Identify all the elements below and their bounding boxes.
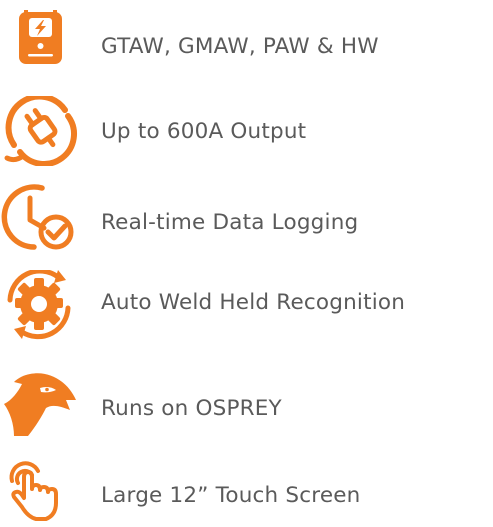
feature-list: GTAW, GMAW, PAW & HW Up to 600A Output R… bbox=[0, 0, 493, 521]
feature-item-output: Up to 600A Output bbox=[0, 96, 493, 166]
feature-label: Real-time Data Logging bbox=[101, 210, 359, 235]
feature-item-weld-head-recognition: Auto Weld Held Recognition bbox=[0, 270, 493, 340]
feature-label: Auto Weld Held Recognition bbox=[101, 290, 406, 315]
feature-label: Runs on OSPREY bbox=[101, 396, 282, 421]
welding-machine-icon bbox=[0, 10, 80, 80]
osprey-head-icon bbox=[0, 370, 80, 440]
feature-item-data-logging: Real-time Data Logging bbox=[0, 184, 493, 254]
feature-label: Large 12” Touch Screen bbox=[101, 483, 361, 508]
feature-label: GTAW, GMAW, PAW & HW bbox=[101, 34, 379, 59]
feature-item-processes: GTAW, GMAW, PAW & HW bbox=[0, 10, 493, 80]
feature-label: Up to 600A Output bbox=[101, 119, 307, 144]
gear-refresh-icon bbox=[0, 270, 80, 340]
feature-item-osprey: Runs on OSPREY bbox=[0, 370, 493, 440]
clock-check-icon bbox=[0, 184, 80, 254]
power-plug-icon bbox=[0, 96, 80, 166]
